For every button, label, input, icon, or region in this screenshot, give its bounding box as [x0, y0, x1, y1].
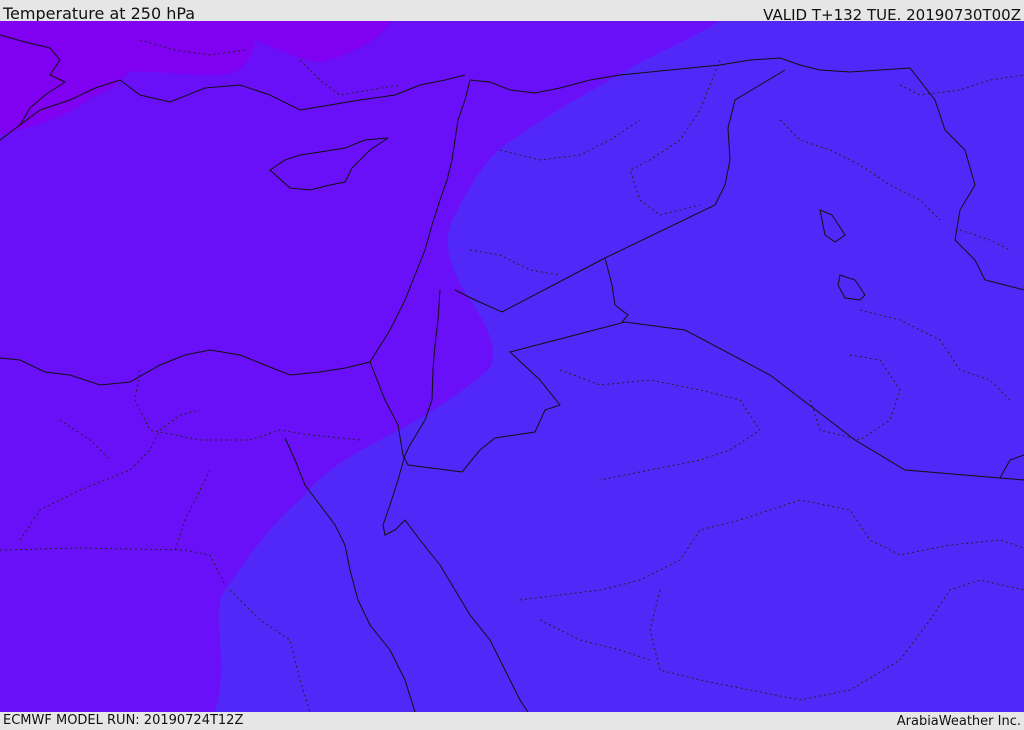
- credit-label: ArabiaWeather Inc.: [896, 714, 1021, 729]
- header-bar: Temperature at 250 hPa VALID T+132 TUE. …: [0, 0, 1024, 24]
- map-panel: [0, 21, 1024, 712]
- footer-bar: ECMWF MODEL RUN: 20190724T12Z ArabiaWeat…: [0, 712, 1024, 729]
- model-run-label: ECMWF MODEL RUN: 20190724T12Z: [3, 713, 244, 728]
- map-canvas: [0, 21, 1024, 712]
